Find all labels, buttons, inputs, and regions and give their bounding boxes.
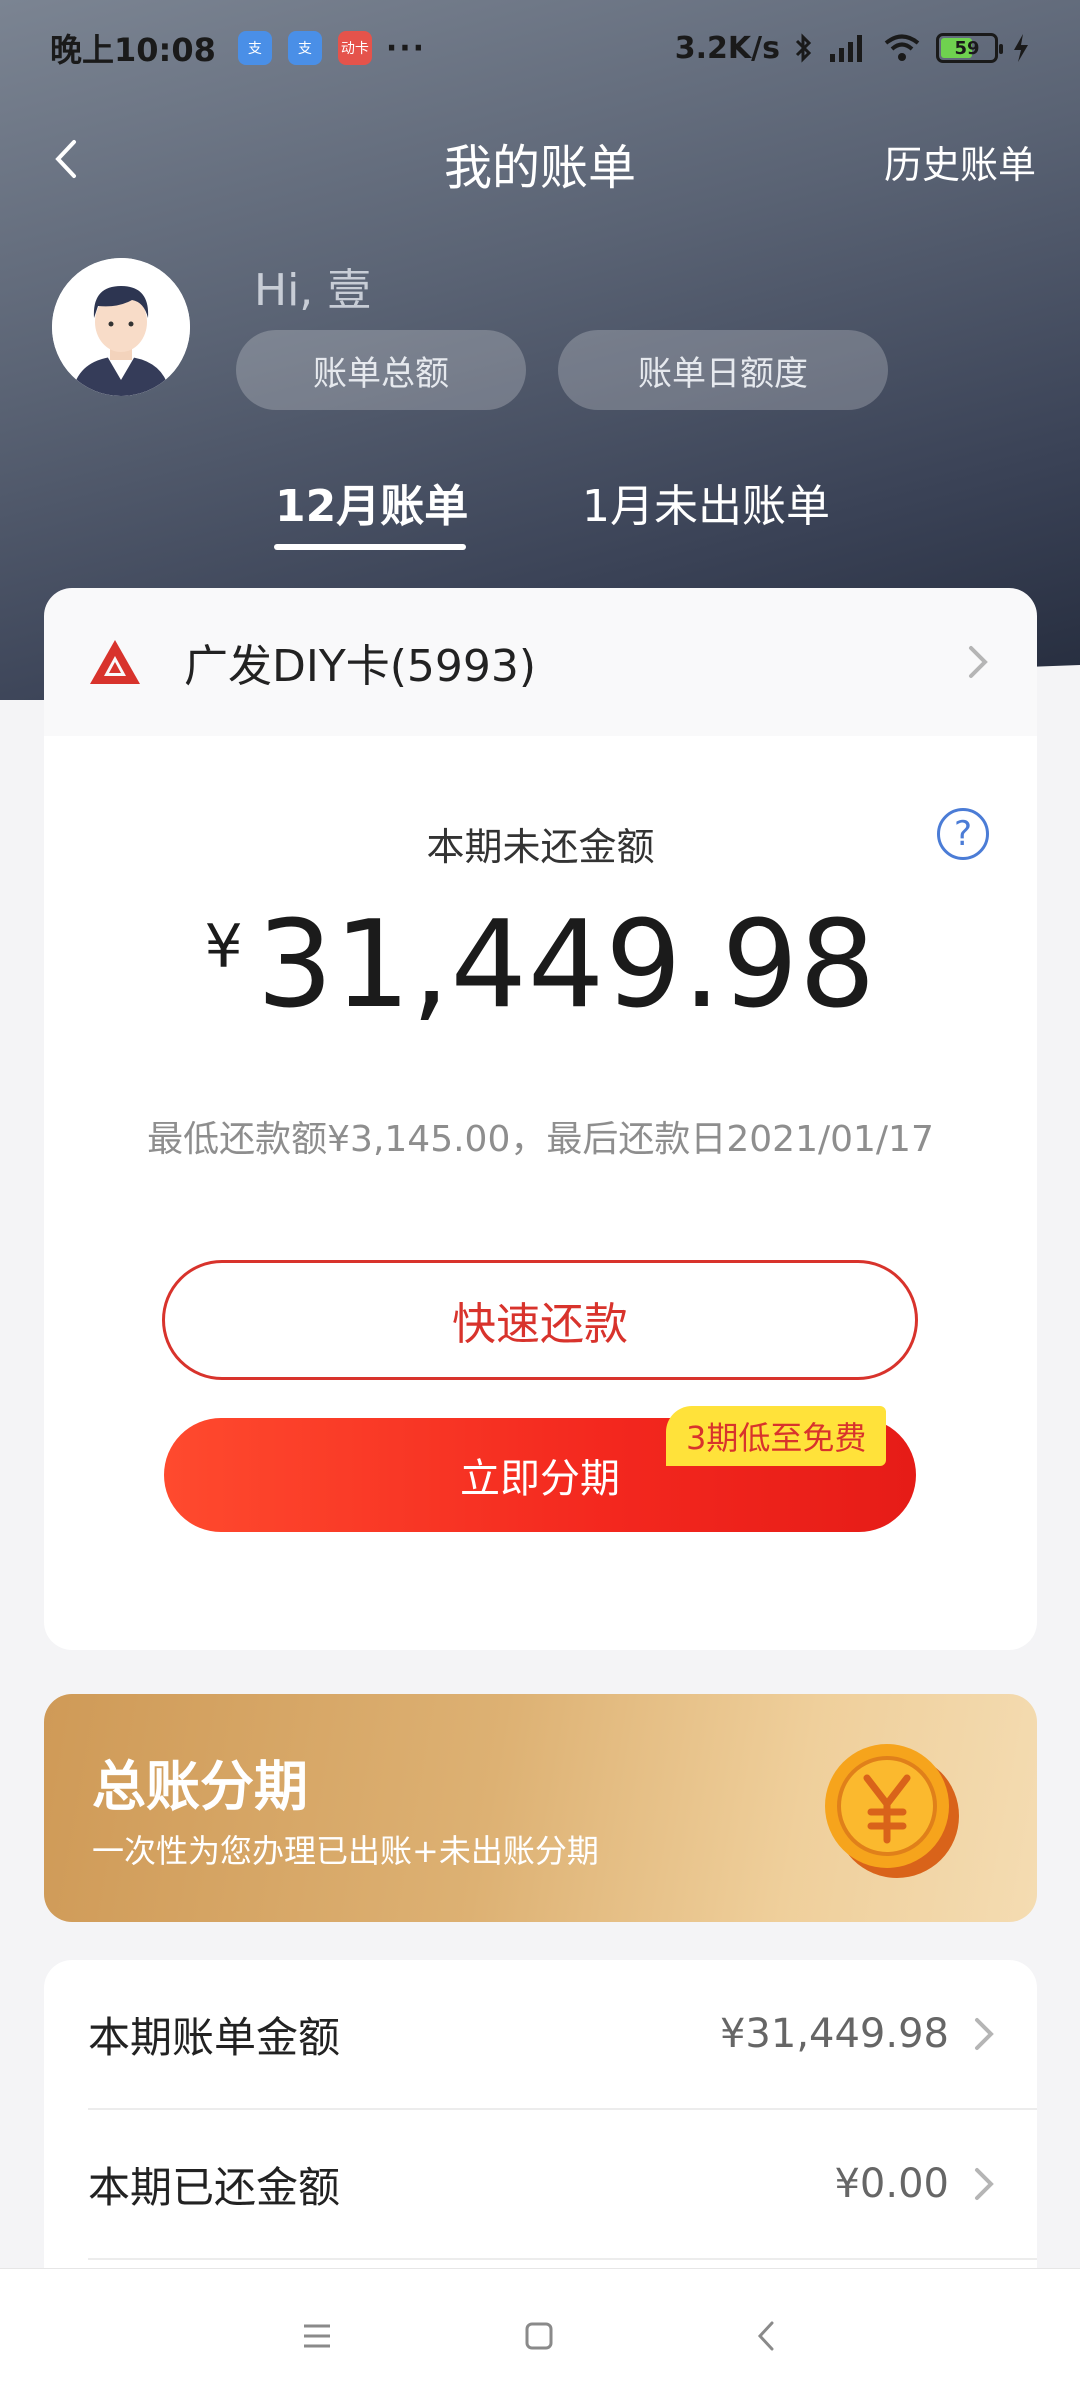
promo-subtitle: 一次性为您办理已出账+未出账分期 xyxy=(92,1832,599,1870)
avatar[interactable] xyxy=(52,258,190,396)
list-item-paid-amount[interactable]: 本期已还金额 ¥0.00 xyxy=(44,2110,1037,2258)
alipay-icon: 支 xyxy=(287,31,322,65)
list-item-value: ¥31,449.98 xyxy=(719,2011,949,2057)
battery-icon: 59 xyxy=(936,33,1003,63)
signal-icon xyxy=(830,35,862,62)
divider xyxy=(88,2258,1037,2260)
chevron-right-icon xyxy=(975,2018,994,2050)
tab-january-unbilled[interactable]: 1月未出账单 xyxy=(582,470,830,534)
charging-icon xyxy=(1014,34,1028,62)
yuan-coin-icon xyxy=(825,1744,959,1878)
back-icon[interactable] xyxy=(740,2309,794,2363)
more-notifications-icon: ··· xyxy=(385,30,427,66)
installment-promo-badge: 3期低至免费 xyxy=(666,1406,887,1466)
status-bar: 晚上10:08 支 支 动卡 ··· 3.2K/s 59 xyxy=(0,0,1080,96)
help-icon[interactable]: ? xyxy=(937,808,989,860)
history-bills-link[interactable]: 历史账单 xyxy=(884,134,1036,189)
dongka-app-icon: 动卡 xyxy=(337,31,372,65)
top-nav: 我的账单 历史账单 xyxy=(0,120,1080,200)
network-speed: 3.2K/s xyxy=(674,30,780,66)
status-right: 3.2K/s 59 xyxy=(675,31,1030,66)
minimum-payment-info: 最低还款额¥3,145.00，最后还款日2021/01/17 xyxy=(147,1119,934,1160)
status-app-icons: 支 支 动卡 xyxy=(237,31,372,65)
currency-symbol: ¥ xyxy=(204,912,243,982)
unpaid-amount-label: 本期未还金额 xyxy=(426,825,655,869)
active-tab-indicator xyxy=(274,544,466,550)
total-installment-banner[interactable]: 总账分期 一次性为您办理已出账+未出账分期 xyxy=(44,1694,1037,1922)
quick-repay-button[interactable]: 快速还款 xyxy=(162,1260,918,1380)
list-item-bill-amount[interactable]: 本期账单金额 ¥31,449.98 xyxy=(44,1960,1037,2108)
battery-level: 59 xyxy=(954,37,980,59)
list-item-label: 本期已还金额 xyxy=(88,2162,341,2212)
system-navigation-bar xyxy=(0,2268,1080,2400)
bill-day-limit-button[interactable]: 账单日额度 xyxy=(558,330,888,410)
user-avatar-icon xyxy=(52,258,190,396)
chevron-right-icon xyxy=(969,646,988,678)
amount-value: 31,449.98 xyxy=(256,896,877,1035)
list-item-label: 本期账单金额 xyxy=(88,2012,341,2062)
cgb-bank-logo-icon xyxy=(90,640,140,684)
card-name: 广发DIY卡(5993) xyxy=(184,641,537,692)
chevron-right-icon xyxy=(975,2168,994,2200)
card-selector[interactable]: 广发DIY卡(5993) xyxy=(44,588,1037,736)
list-item-value: ¥0.00 xyxy=(834,2161,949,2207)
bluetooth-icon xyxy=(795,33,812,63)
home-icon[interactable] xyxy=(512,2309,566,2363)
wifi-icon xyxy=(884,34,920,61)
bill-total-button[interactable]: 账单总额 xyxy=(236,330,526,410)
bill-detail-list: 本期账单金额 ¥31,449.98 本期已还金额 ¥0.00 xyxy=(44,1960,1037,2280)
unpaid-amount: ¥31,449.98 xyxy=(44,896,1037,1035)
promo-title: 总账分期 xyxy=(92,1755,308,1818)
status-time: 晚上10:08 xyxy=(50,31,216,69)
alipay-icon: 支 xyxy=(237,31,272,65)
menu-icon[interactable] xyxy=(290,2309,344,2363)
user-greeting: Hi, 壹 xyxy=(254,265,372,316)
bill-summary-card: 本期未还金额 ? ¥31,449.98 最低还款额¥3,145.00，最后还款日… xyxy=(44,736,1037,1650)
tab-december-bill[interactable]: 12月账单 xyxy=(275,470,468,534)
